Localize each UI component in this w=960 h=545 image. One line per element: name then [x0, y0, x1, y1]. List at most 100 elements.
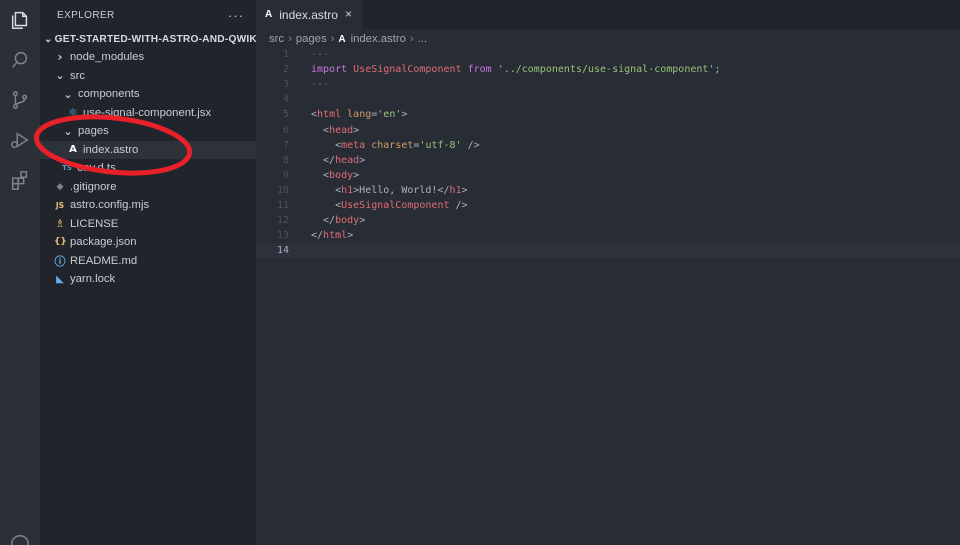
line-number: 4	[282, 94, 289, 106]
chevron-down-icon: ⌄	[63, 124, 73, 138]
code-line: 12 </body>	[256, 213, 960, 228]
code-text: import UseSignalComponent from '../compo…	[311, 64, 721, 76]
explorer-files-icon[interactable]	[8, 8, 32, 32]
tree-item-label: use-signal-component.jsx	[83, 106, 212, 119]
chevron-right-icon: ›	[57, 50, 63, 65]
breadcrumb-item[interactable]: pages	[296, 33, 327, 45]
breadcrumb-item[interactable]: index.astro	[351, 33, 406, 45]
search-icon[interactable]	[8, 48, 32, 72]
line-number: 11	[276, 199, 289, 211]
code-line: 5 <html lang='en'>	[256, 107, 960, 122]
line-number: 8	[282, 154, 289, 166]
line-number: 13	[276, 230, 289, 242]
code-text: <body>	[311, 169, 360, 181]
line-number: 7	[282, 139, 289, 151]
tree-item-label: index.astro	[83, 143, 139, 156]
tree-item-label: pages	[78, 125, 109, 138]
line-number: 14	[276, 245, 289, 257]
chevron-down-icon: ⌄	[63, 87, 73, 101]
tree-item-license[interactable]: ♗ LICENSE	[40, 215, 256, 234]
tab-index-astro[interactable]: A index.astro ×	[256, 0, 362, 29]
tree-item-gitignore[interactable]: ◆ .gitignore	[40, 178, 256, 197]
code-editor[interactable]: 1 --- 2 import UseSignalComponent from '..…	[256, 47, 960, 259]
more-actions-button[interactable]: ···	[228, 8, 244, 23]
project-name: GET-STARTED-WITH-ASTRO-AND-QWIK	[54, 33, 256, 45]
chevron-down-icon: ⌄	[55, 69, 65, 83]
tree-item-package-json[interactable]: {} package.json	[40, 233, 256, 252]
tree-item-label: env.d.ts	[77, 162, 116, 175]
code-line: 1 ---	[256, 47, 960, 62]
explorer-header: EXPLORER ···	[40, 0, 256, 30]
accounts-icon[interactable]	[8, 532, 32, 545]
line-number: 9	[282, 169, 289, 181]
breadcrumb-item[interactable]: ...	[418, 33, 427, 45]
yarn-file-icon: ◣	[56, 273, 64, 285]
tree-item-label: package.json	[70, 236, 137, 249]
extensions-icon[interactable]	[8, 168, 32, 192]
tree-item-label: components	[78, 88, 140, 101]
tree-item-components[interactable]: ⌄ components	[40, 85, 256, 104]
json-file-icon: {}	[54, 237, 67, 248]
chevron-right-icon: ›	[330, 33, 335, 45]
code-text: <h1>Hello, World!</h1>	[311, 184, 468, 196]
line-number: 2	[282, 64, 289, 76]
line-number: 12	[276, 215, 289, 227]
breadcrumb: src › pages › A index.astro › ...	[269, 31, 427, 47]
line-number: 6	[282, 124, 289, 136]
code-line: 10 <h1>Hello, World!</h1>	[256, 183, 960, 198]
astro-file-icon: A	[338, 33, 346, 45]
license-file-icon: ♗	[55, 217, 65, 231]
explorer-sidebar: EXPLORER ··· ⌄ GET-STARTED-WITH-ASTRO-AN…	[40, 0, 256, 545]
editor-area: A index.astro × src › pages › A index.as…	[256, 0, 960, 545]
code-line: 7 <meta charset='utf-8' />	[256, 138, 960, 153]
code-text: </html>	[311, 230, 354, 242]
line-number: 5	[282, 109, 289, 121]
code-line: 4	[256, 92, 960, 107]
tree-item-label: .gitignore	[70, 180, 117, 193]
tree-item-env-d-ts[interactable]: TS env.d.ts	[40, 159, 256, 178]
react-file-icon: ⚛	[68, 106, 78, 120]
line-number: 1	[282, 49, 289, 61]
tree-item-pages[interactable]: ⌄ pages	[40, 122, 256, 141]
code-line: 13 </html>	[256, 228, 960, 243]
tab-bar: A index.astro ×	[256, 0, 960, 29]
code-line: 9 <body>	[256, 168, 960, 183]
tree-item-readme[interactable]: ⓘ README.md	[40, 252, 256, 271]
tree-item-label: src	[70, 69, 86, 82]
code-text: <html lang='en'>	[311, 109, 408, 121]
git-file-icon: ◆	[56, 181, 64, 192]
explorer-title: EXPLORER	[57, 9, 115, 21]
tree-item-label: node_modules	[70, 51, 145, 64]
close-icon[interactable]: ×	[345, 7, 352, 21]
tree-item-label: README.md	[70, 254, 138, 267]
code-text: <head>	[311, 124, 360, 136]
breadcrumb-item[interactable]: src	[269, 33, 284, 45]
tree-item-yarn-lock[interactable]: ◣ yarn.lock	[40, 270, 256, 289]
tree-item-label: astro.config.mjs	[70, 199, 150, 212]
tree-item-index-astro[interactable]: A index.astro	[40, 140, 256, 159]
tree-item-label: yarn.lock	[70, 273, 116, 286]
code-text: <UseSignalComponent />	[311, 199, 468, 211]
run-and-debug-icon[interactable]	[8, 128, 32, 152]
chevron-right-icon: ›	[288, 33, 292, 45]
source-control-icon[interactable]	[8, 88, 32, 112]
code-text: ---	[311, 49, 330, 61]
code-line-current: 14	[256, 243, 960, 259]
tree-item-node-modules[interactable]: › node_modules	[40, 48, 256, 67]
tree-item-label: LICENSE	[70, 217, 119, 230]
tree-item-astro-config[interactable]: JS astro.config.mjs	[40, 196, 256, 215]
code-text: </body>	[311, 215, 366, 227]
javascript-file-icon: JS	[55, 200, 65, 210]
code-text: </head>	[311, 154, 366, 166]
code-line: 11 <UseSignalComponent />	[256, 198, 960, 213]
chevron-down-icon: ⌄	[44, 33, 53, 45]
code-text: ---	[311, 79, 330, 91]
tree-item-use-signal-component[interactable]: ⚛ use-signal-component.jsx	[40, 104, 256, 123]
code-line: 2 import UseSignalComponent from '../comp…	[256, 62, 960, 77]
astro-file-icon: A	[69, 144, 77, 156]
code-text: <meta charset='utf-8' />	[311, 139, 480, 151]
project-folder[interactable]: ⌄ GET-STARTED-WITH-ASTRO-AND-QWIK	[40, 30, 256, 48]
line-number: 10	[276, 184, 289, 196]
tree-item-src[interactable]: ⌄ src	[40, 67, 256, 86]
readme-file-icon: ⓘ	[54, 254, 66, 268]
